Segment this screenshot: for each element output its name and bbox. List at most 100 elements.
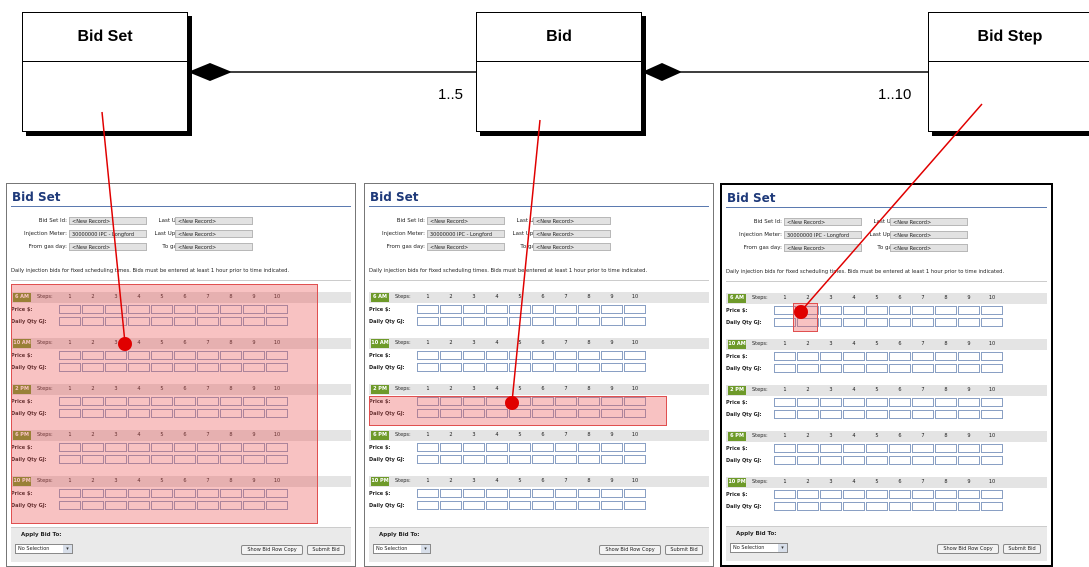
price-input[interactable] bbox=[624, 351, 646, 360]
price-input[interactable] bbox=[866, 444, 888, 453]
price-input[interactable] bbox=[463, 305, 485, 314]
price-input[interactable] bbox=[774, 444, 796, 453]
daily-qty-input[interactable] bbox=[555, 317, 577, 326]
daily-qty-input[interactable] bbox=[843, 410, 865, 419]
price-input[interactable] bbox=[440, 305, 462, 314]
price-input[interactable] bbox=[624, 443, 646, 452]
price-input[interactable] bbox=[958, 398, 980, 407]
last-updated-field[interactable]: <New Record> bbox=[175, 230, 253, 238]
daily-qty-input[interactable] bbox=[958, 410, 980, 419]
price-input[interactable] bbox=[532, 489, 554, 498]
daily-qty-input[interactable] bbox=[889, 318, 911, 327]
daily-qty-input[interactable] bbox=[981, 502, 1003, 511]
price-input[interactable] bbox=[509, 489, 531, 498]
daily-qty-input[interactable] bbox=[820, 502, 842, 511]
daily-qty-input[interactable] bbox=[958, 456, 980, 465]
price-input[interactable] bbox=[912, 306, 934, 315]
daily-qty-input[interactable] bbox=[958, 364, 980, 373]
price-input[interactable] bbox=[935, 490, 957, 499]
daily-qty-input[interactable] bbox=[624, 501, 646, 510]
price-input[interactable] bbox=[820, 444, 842, 453]
price-input[interactable] bbox=[958, 490, 980, 499]
price-input[interactable] bbox=[958, 306, 980, 315]
price-input[interactable] bbox=[912, 444, 934, 453]
daily-qty-input[interactable] bbox=[889, 456, 911, 465]
price-input[interactable] bbox=[486, 305, 508, 314]
daily-qty-input[interactable] bbox=[417, 363, 439, 372]
daily-qty-input[interactable] bbox=[981, 456, 1003, 465]
daily-qty-input[interactable] bbox=[935, 502, 957, 511]
price-input[interactable] bbox=[532, 443, 554, 452]
daily-qty-input[interactable] bbox=[912, 364, 934, 373]
daily-qty-input[interactable] bbox=[509, 455, 531, 464]
price-input[interactable] bbox=[774, 398, 796, 407]
daily-qty-input[interactable] bbox=[417, 501, 439, 510]
price-input[interactable] bbox=[555, 443, 577, 452]
price-input[interactable] bbox=[440, 351, 462, 360]
daily-qty-input[interactable] bbox=[440, 317, 462, 326]
price-input[interactable] bbox=[463, 443, 485, 452]
daily-qty-input[interactable] bbox=[417, 317, 439, 326]
last-updated-field[interactable]: <New Record> bbox=[533, 230, 611, 238]
last-user-id-field[interactable]: <New Record> bbox=[175, 217, 253, 225]
price-input[interactable] bbox=[417, 351, 439, 360]
price-input[interactable] bbox=[578, 489, 600, 498]
price-input[interactable] bbox=[981, 352, 1003, 361]
price-input[interactable] bbox=[843, 306, 865, 315]
price-input[interactable] bbox=[889, 352, 911, 361]
price-input[interactable] bbox=[509, 305, 531, 314]
daily-qty-input[interactable] bbox=[601, 501, 623, 510]
daily-qty-input[interactable] bbox=[486, 317, 508, 326]
price-input[interactable] bbox=[981, 306, 1003, 315]
price-input[interactable] bbox=[463, 489, 485, 498]
price-input[interactable] bbox=[797, 398, 819, 407]
daily-qty-input[interactable] bbox=[981, 410, 1003, 419]
price-input[interactable] bbox=[532, 305, 554, 314]
daily-qty-input[interactable] bbox=[912, 410, 934, 419]
price-input[interactable] bbox=[958, 444, 980, 453]
price-input[interactable] bbox=[578, 351, 600, 360]
to-gas-day-field[interactable]: <New Record> bbox=[175, 243, 253, 251]
daily-qty-input[interactable] bbox=[578, 363, 600, 372]
daily-qty-input[interactable] bbox=[440, 363, 462, 372]
daily-qty-input[interactable] bbox=[843, 502, 865, 511]
last-user-id-field[interactable]: <New Record> bbox=[890, 218, 968, 226]
price-input[interactable] bbox=[981, 490, 1003, 499]
price-input[interactable] bbox=[624, 305, 646, 314]
daily-qty-input[interactable] bbox=[624, 317, 646, 326]
daily-qty-input[interactable] bbox=[866, 502, 888, 511]
daily-qty-input[interactable] bbox=[935, 318, 957, 327]
daily-qty-input[interactable] bbox=[555, 363, 577, 372]
price-input[interactable] bbox=[889, 444, 911, 453]
price-input[interactable] bbox=[417, 489, 439, 498]
price-input[interactable] bbox=[601, 305, 623, 314]
price-input[interactable] bbox=[820, 398, 842, 407]
price-input[interactable] bbox=[935, 444, 957, 453]
price-input[interactable] bbox=[774, 352, 796, 361]
daily-qty-input[interactable] bbox=[417, 455, 439, 464]
price-input[interactable] bbox=[601, 443, 623, 452]
daily-qty-input[interactable] bbox=[889, 410, 911, 419]
price-input[interactable] bbox=[797, 352, 819, 361]
daily-qty-input[interactable] bbox=[532, 317, 554, 326]
daily-qty-input[interactable] bbox=[532, 501, 554, 510]
daily-qty-input[interactable] bbox=[866, 456, 888, 465]
price-input[interactable] bbox=[820, 490, 842, 499]
daily-qty-input[interactable] bbox=[624, 363, 646, 372]
price-input[interactable] bbox=[866, 490, 888, 499]
daily-qty-input[interactable] bbox=[440, 455, 462, 464]
price-input[interactable] bbox=[578, 305, 600, 314]
price-input[interactable] bbox=[440, 489, 462, 498]
daily-qty-input[interactable] bbox=[463, 455, 485, 464]
daily-qty-input[interactable] bbox=[866, 364, 888, 373]
daily-qty-input[interactable] bbox=[486, 501, 508, 510]
price-input[interactable] bbox=[555, 305, 577, 314]
price-input[interactable] bbox=[417, 305, 439, 314]
price-input[interactable] bbox=[509, 351, 531, 360]
show-bid-row-copy-button[interactable]: Show Bid Row Copy bbox=[937, 544, 999, 554]
daily-qty-input[interactable] bbox=[463, 501, 485, 510]
price-input[interactable] bbox=[935, 306, 957, 315]
price-input[interactable] bbox=[486, 443, 508, 452]
daily-qty-input[interactable] bbox=[820, 318, 842, 327]
daily-qty-input[interactable] bbox=[843, 364, 865, 373]
